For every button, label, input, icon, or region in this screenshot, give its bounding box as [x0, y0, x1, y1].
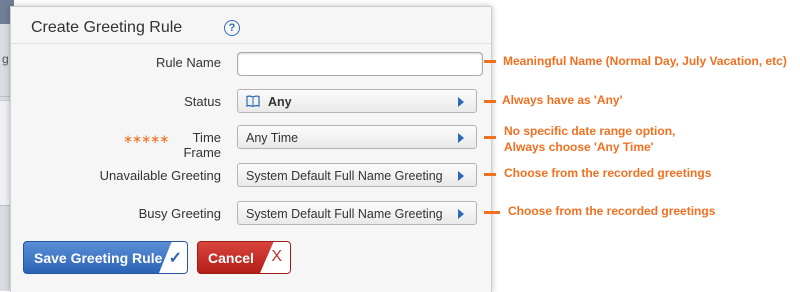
annotation-connector — [484, 136, 496, 139]
cancel-button-label: Cancel — [208, 250, 254, 266]
cancel-button[interactable]: Cancel X — [197, 241, 291, 274]
book-icon — [246, 95, 260, 107]
close-icon: X — [271, 248, 282, 265]
title-divider — [11, 43, 491, 44]
save-button-label: Save Greeting Rule — [34, 250, 163, 266]
status-arrow-icon — [458, 97, 464, 107]
annotation-connector — [484, 100, 496, 103]
rule-name-input[interactable] — [237, 52, 483, 76]
busy-greeting-value: System Default Full Name Greeting — [246, 207, 443, 221]
annotation-connector — [484, 173, 496, 176]
annotation-status: Always have as 'Any' — [502, 93, 623, 107]
annotation-rule-name: Meaningful Name (Normal Day, July Vacati… — [503, 54, 787, 68]
unavailable-greeting-label: Unavailable Greeting — [99, 168, 221, 183]
busy-greeting-label: Busy Greeting — [138, 206, 221, 221]
unavailable-greeting-arrow-icon — [458, 171, 464, 181]
annotation-time-frame-line2: Always choose 'Any Time' — [504, 140, 654, 154]
unavailable-greeting-select[interactable]: System Default Full Name Greeting — [237, 163, 477, 187]
status-value: Any — [268, 95, 292, 109]
annotation-time-frame-line1: No specific date range option, — [504, 124, 676, 138]
busy-greeting-arrow-icon — [458, 209, 464, 219]
unavailable-greeting-value: System Default Full Name Greeting — [246, 169, 443, 183]
status-label: Status — [184, 94, 221, 109]
busy-greeting-select[interactable]: System Default Full Name Greeting — [237, 201, 477, 225]
annotation-connector — [484, 211, 500, 214]
rule-name-label: Rule Name — [155, 55, 221, 70]
time-frame-select[interactable]: Any Time — [237, 125, 477, 149]
annotation-unavailable-greeting: Choose from the recorded greetings — [504, 166, 712, 180]
create-greeting-rule-dialog: Create Greeting Rule ? Rule Name Status … — [10, 6, 492, 292]
save-greeting-rule-button[interactable]: Save Greeting Rule ✓ — [23, 241, 188, 274]
time-frame-value: Any Time — [246, 131, 299, 145]
background-glyph: g — [2, 52, 9, 66]
checkmark-icon: ✓ — [168, 250, 182, 267]
annotation-busy-greeting: Choose from the recorded greetings — [508, 204, 716, 218]
time-frame-label: Time Frame — [183, 130, 221, 160]
help-icon[interactable]: ? — [224, 20, 240, 36]
dialog-title: Create Greeting Rule — [31, 19, 183, 36]
status-select[interactable]: Any — [237, 89, 477, 113]
time-frame-arrow-icon — [458, 133, 464, 143]
annotation-connector — [484, 60, 496, 63]
